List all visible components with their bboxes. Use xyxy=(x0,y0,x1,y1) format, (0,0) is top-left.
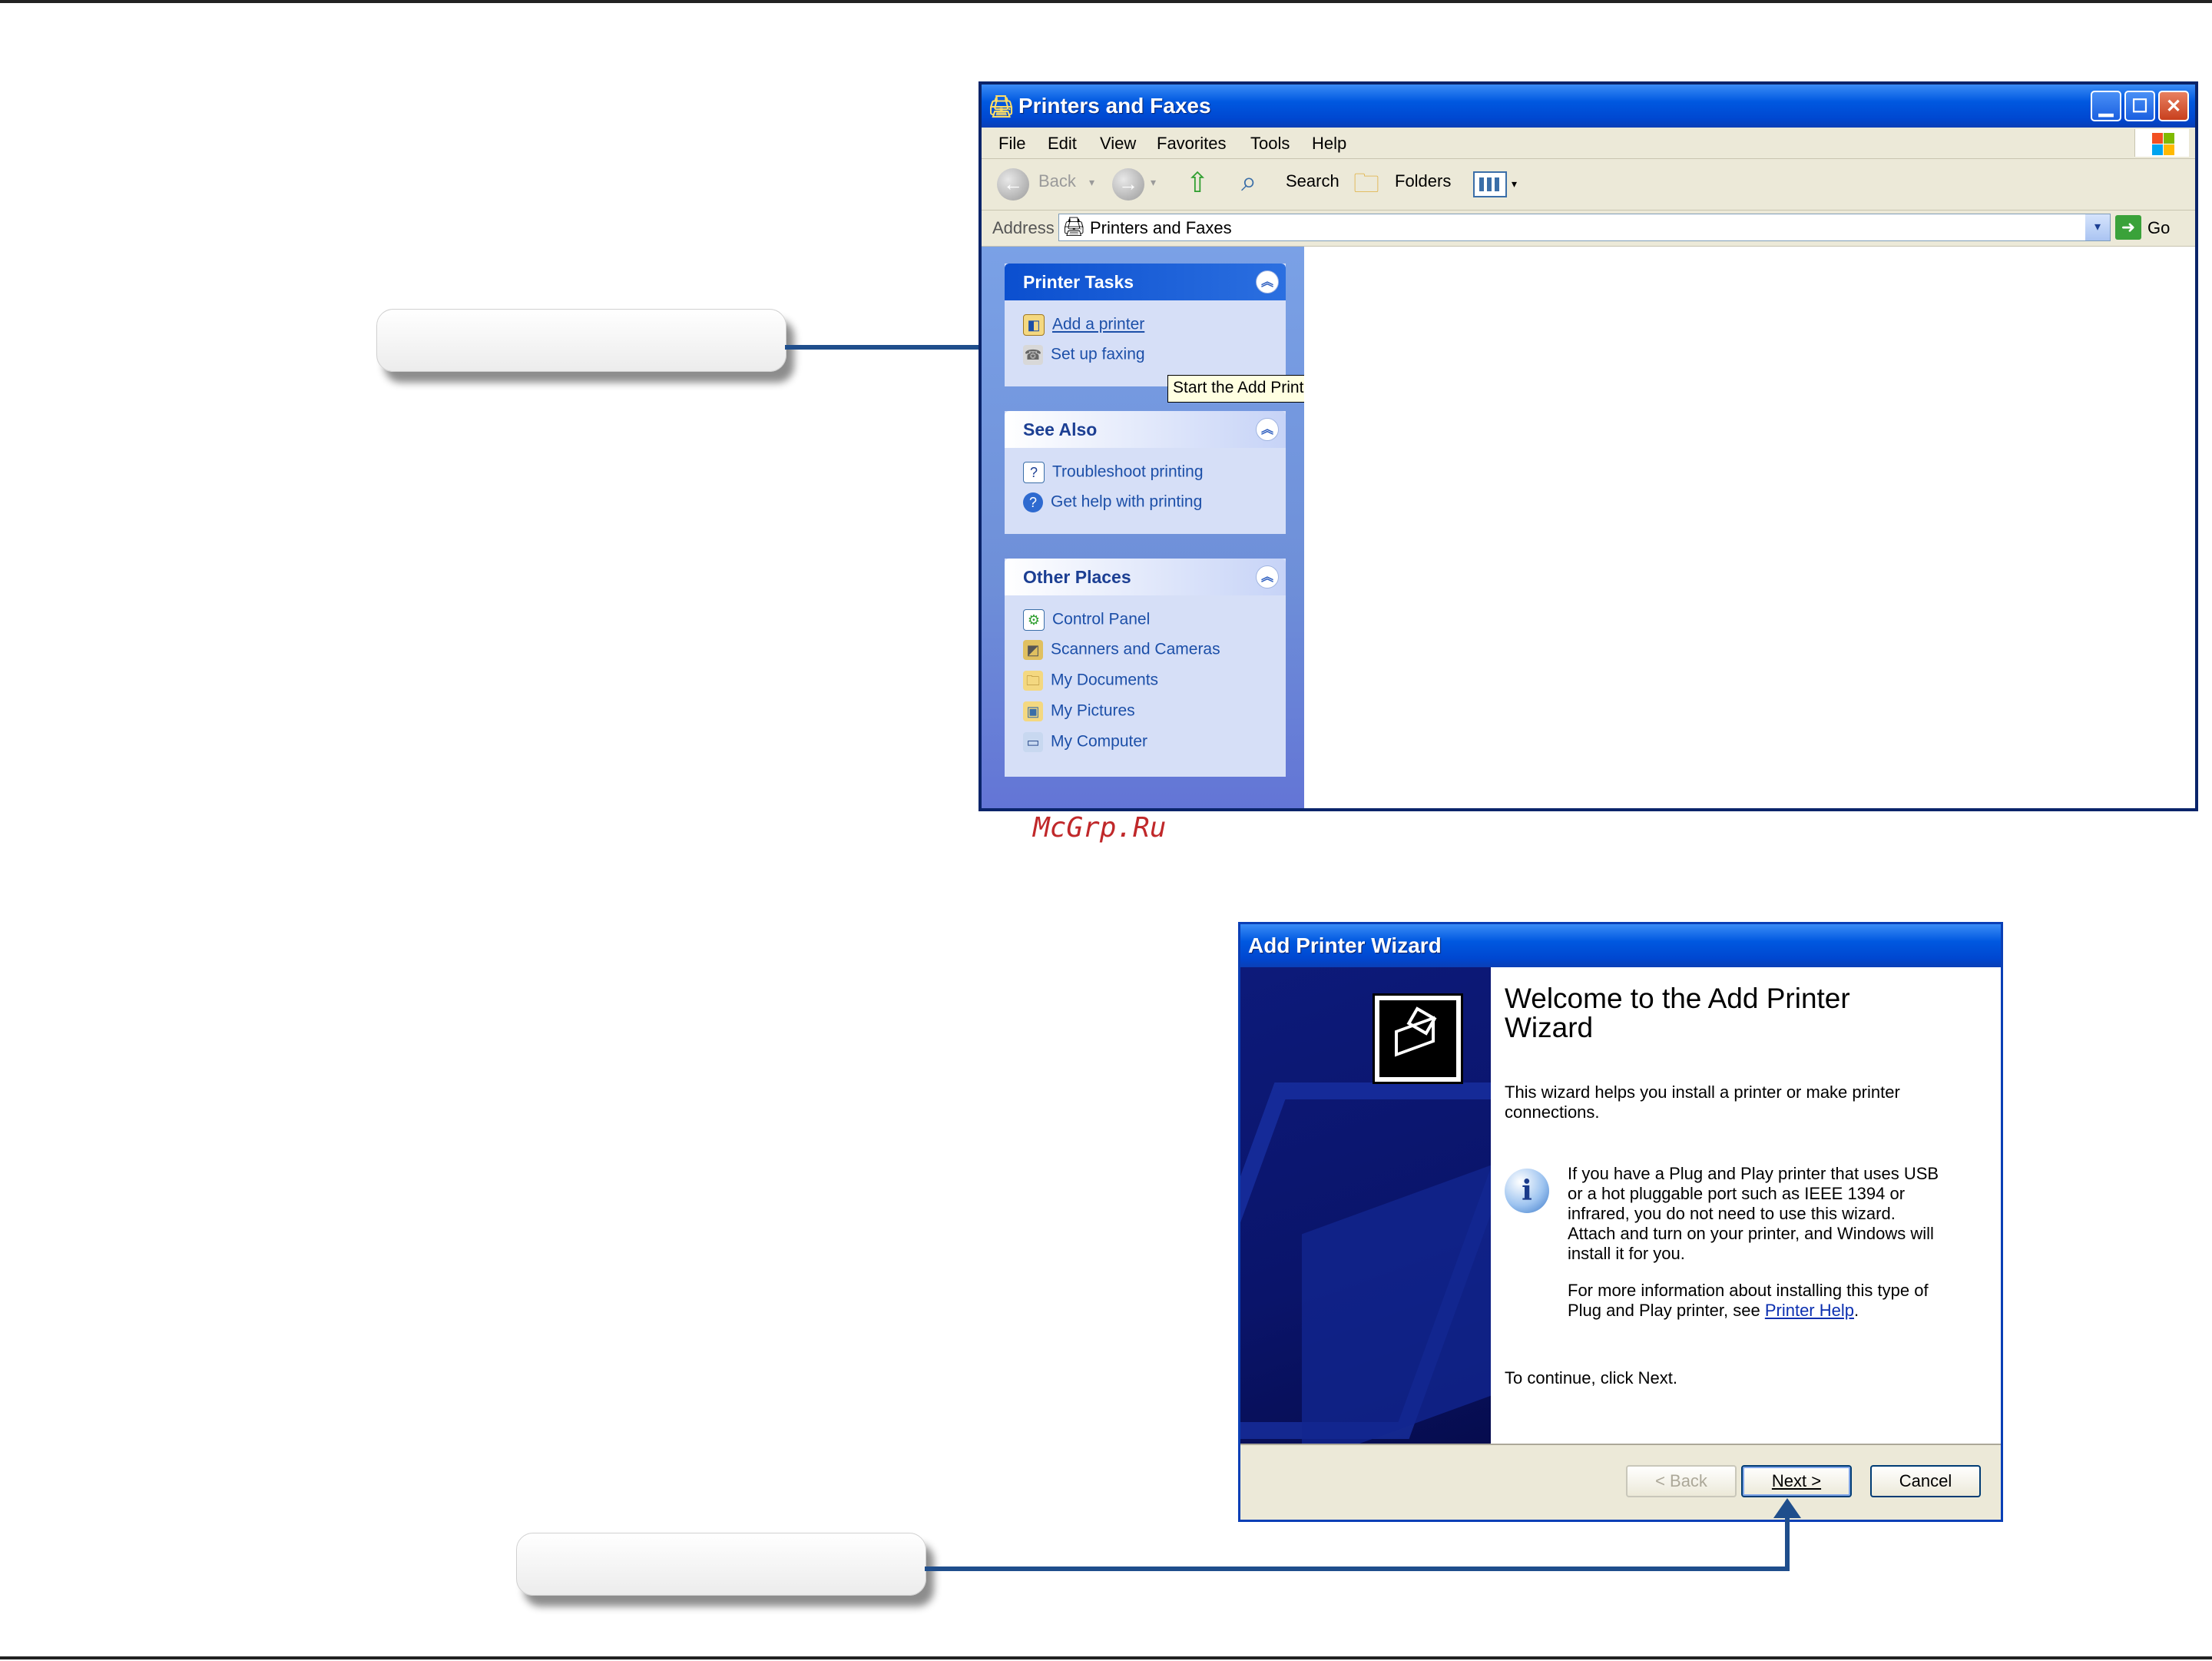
address-printer-icon: 🖨 xyxy=(1062,217,1086,237)
set-up-faxing-link[interactable]: ☎ Set up faxing xyxy=(1023,345,1145,365)
toolbar: ← Back ▾ → ▾ ⇧ ⌕ Search 🗀 Folders ▾ xyxy=(982,159,2195,211)
address-bar: Address 🖨 Printers and Faxes ▾ ➜ Go xyxy=(982,211,2195,247)
go-arrow-icon[interactable]: ➜ xyxy=(2115,215,2141,240)
title-bar[interactable]: 🖨 Printers and Faxes ▁ ☐ ✕ xyxy=(982,85,2195,128)
printers-and-faxes-window: 🖨 Printers and Faxes ▁ ☐ ✕ File Edit Vie… xyxy=(979,81,2198,811)
help-circle-icon: ? xyxy=(1023,492,1043,512)
help-page-icon: ? xyxy=(1023,462,1045,483)
maximize-button[interactable]: ☐ xyxy=(2124,91,2155,121)
connector-line-bottom-vertical xyxy=(1785,1515,1790,1571)
views-dropdown-icon[interactable]: ▾ xyxy=(1512,177,1517,191)
window-title: Printers and Faxes xyxy=(1018,94,1211,118)
other-places-header[interactable]: Other Places ︽ xyxy=(1005,559,1286,595)
my-documents-link[interactable]: 🗀 My Documents xyxy=(1023,671,1158,691)
continue-text: To continue, click Next. xyxy=(1505,1368,1677,1387)
forward-dropdown-icon[interactable]: ▾ xyxy=(1151,176,1156,189)
connector-line-bottom-horizontal xyxy=(925,1567,1790,1571)
printers-content-area[interactable] xyxy=(1304,247,2195,808)
collapse-icon[interactable]: ︽ xyxy=(1257,566,1278,588)
printer-icon: 🖨 xyxy=(988,94,1015,118)
scanner-icon: ◩ xyxy=(1023,640,1043,660)
pictures-folder-icon: ▣ xyxy=(1023,701,1043,721)
cancel-button[interactable]: Cancel xyxy=(1870,1465,1981,1497)
windows-logo-icon xyxy=(2134,129,2189,157)
address-value: Printers and Faxes xyxy=(1090,218,1232,237)
back-button-label[interactable]: Back xyxy=(1038,171,1076,191)
address-dropdown-icon[interactable]: ▾ xyxy=(2085,214,2110,240)
wizard-title-bar[interactable]: Add Printer Wizard xyxy=(1240,924,2001,967)
callout-box-top xyxy=(376,309,786,372)
menu-tools[interactable]: Tools xyxy=(1250,134,1290,154)
add-printer-icon: ◧ xyxy=(1023,314,1045,336)
search-button-label[interactable]: Search xyxy=(1286,171,1339,191)
top-rule xyxy=(0,0,2212,3)
collapse-icon[interactable]: ︽ xyxy=(1257,271,1278,293)
printer-tasks-box: Printer Tasks ︽ ◧ Add a printer ☎ Set up f… xyxy=(1005,264,1615,403)
back-dropdown-icon[interactable]: ▾ xyxy=(1089,176,1094,189)
menu-help[interactable]: Help xyxy=(1312,134,1346,154)
other-places-title: Other Places xyxy=(1023,567,1131,587)
minimize-button[interactable]: ▁ xyxy=(2091,91,2121,121)
address-label: Address xyxy=(992,218,1055,237)
info-icon: i xyxy=(1505,1169,1549,1213)
see-also-title: See Also xyxy=(1023,419,1098,439)
printer-tasks-header[interactable]: Printer Tasks ︽ xyxy=(1005,264,1286,300)
printer-wizard-icon xyxy=(1373,993,1463,1084)
control-panel-link[interactable]: ⚙ Control Panel xyxy=(1023,609,1150,631)
wizard-content: Welcome to the Add Printer Wizard This w… xyxy=(1491,967,2001,1444)
see-also-box: See Also ︽ ? Troubleshoot printing ? Get h… xyxy=(1005,411,1286,534)
back-arrow-icon[interactable]: ← xyxy=(997,168,1029,201)
next-button[interactable]: Next > xyxy=(1741,1465,1852,1497)
address-input[interactable]: 🖨 Printers and Faxes ▾ xyxy=(1058,214,2111,241)
scanners-and-cameras-link[interactable]: ◩ Scanners and Cameras xyxy=(1023,640,1220,660)
add-printer-wizard-dialog: Add Printer Wizard Welcome to the Add Pr… xyxy=(1238,922,2003,1522)
my-computer-link[interactable]: ▭ My Computer xyxy=(1023,732,1147,752)
see-also-header[interactable]: See Also ︽ xyxy=(1005,411,1286,448)
go-button-label[interactable]: Go xyxy=(2147,218,2170,238)
arrowhead-bottom xyxy=(1773,1498,1801,1518)
forward-arrow-icon[interactable]: → xyxy=(1112,168,1144,201)
computer-icon: ▭ xyxy=(1023,732,1043,752)
plug-and-play-note: If you have a Plug and Play printer that… xyxy=(1568,1164,1939,1263)
other-places-box: Other Places ︽ ⚙ Control Panel ◩ Scanners … xyxy=(1005,559,1286,777)
fax-icon: ☎ xyxy=(1023,345,1043,365)
connector-line-top xyxy=(785,345,998,350)
printer-help-link[interactable]: Printer Help xyxy=(1765,1301,1854,1320)
folders-icon[interactable]: 🗀 xyxy=(1353,165,1379,209)
callout-box-bottom xyxy=(516,1533,926,1596)
my-pictures-link[interactable]: ▣ My Pictures xyxy=(1023,701,1135,721)
wizard-intro-text: This wizard helps you install a printer … xyxy=(1505,1082,1900,1122)
add-a-printer-link[interactable]: ◧ Add a printer xyxy=(1023,314,1144,336)
watermark-text: McGrp.Ru xyxy=(1033,812,1167,844)
close-button[interactable]: ✕ xyxy=(2158,91,2189,121)
wizard-side-banner xyxy=(1240,967,1491,1444)
menu-bar: File Edit View Favorites Tools Help xyxy=(982,128,2195,159)
menu-file[interactable]: File xyxy=(998,134,1025,154)
menu-view[interactable]: View xyxy=(1100,134,1136,154)
folders-button-label[interactable]: Folders xyxy=(1395,171,1451,191)
get-help-with-printing-link[interactable]: ? Get help with printing xyxy=(1023,492,1202,512)
search-icon[interactable]: ⌕ xyxy=(1241,165,1257,198)
bottom-rule xyxy=(0,1656,2212,1659)
task-pane: Printer Tasks ︽ ◧ Add a printer ☎ Set up f… xyxy=(982,247,1615,808)
menu-edit[interactable]: Edit xyxy=(1048,134,1077,154)
up-folder-icon[interactable]: ⇧ xyxy=(1186,167,1209,199)
more-info-text: For more information about installing th… xyxy=(1568,1281,1929,1320)
wizard-separator xyxy=(1240,1444,2001,1445)
troubleshoot-printing-link[interactable]: ? Troubleshoot printing xyxy=(1023,462,1204,483)
back-button[interactable]: < Back xyxy=(1626,1465,1737,1497)
collapse-icon[interactable]: ︽ xyxy=(1257,419,1278,440)
documents-folder-icon: 🗀 xyxy=(1023,671,1043,691)
views-icon[interactable] xyxy=(1473,171,1507,197)
control-panel-icon: ⚙ xyxy=(1023,609,1045,631)
wizard-heading: Welcome to the Add Printer Wizard xyxy=(1505,983,1850,1043)
menu-favorites[interactable]: Favorites xyxy=(1157,134,1226,154)
printer-tasks-title: Printer Tasks xyxy=(1023,272,1134,292)
